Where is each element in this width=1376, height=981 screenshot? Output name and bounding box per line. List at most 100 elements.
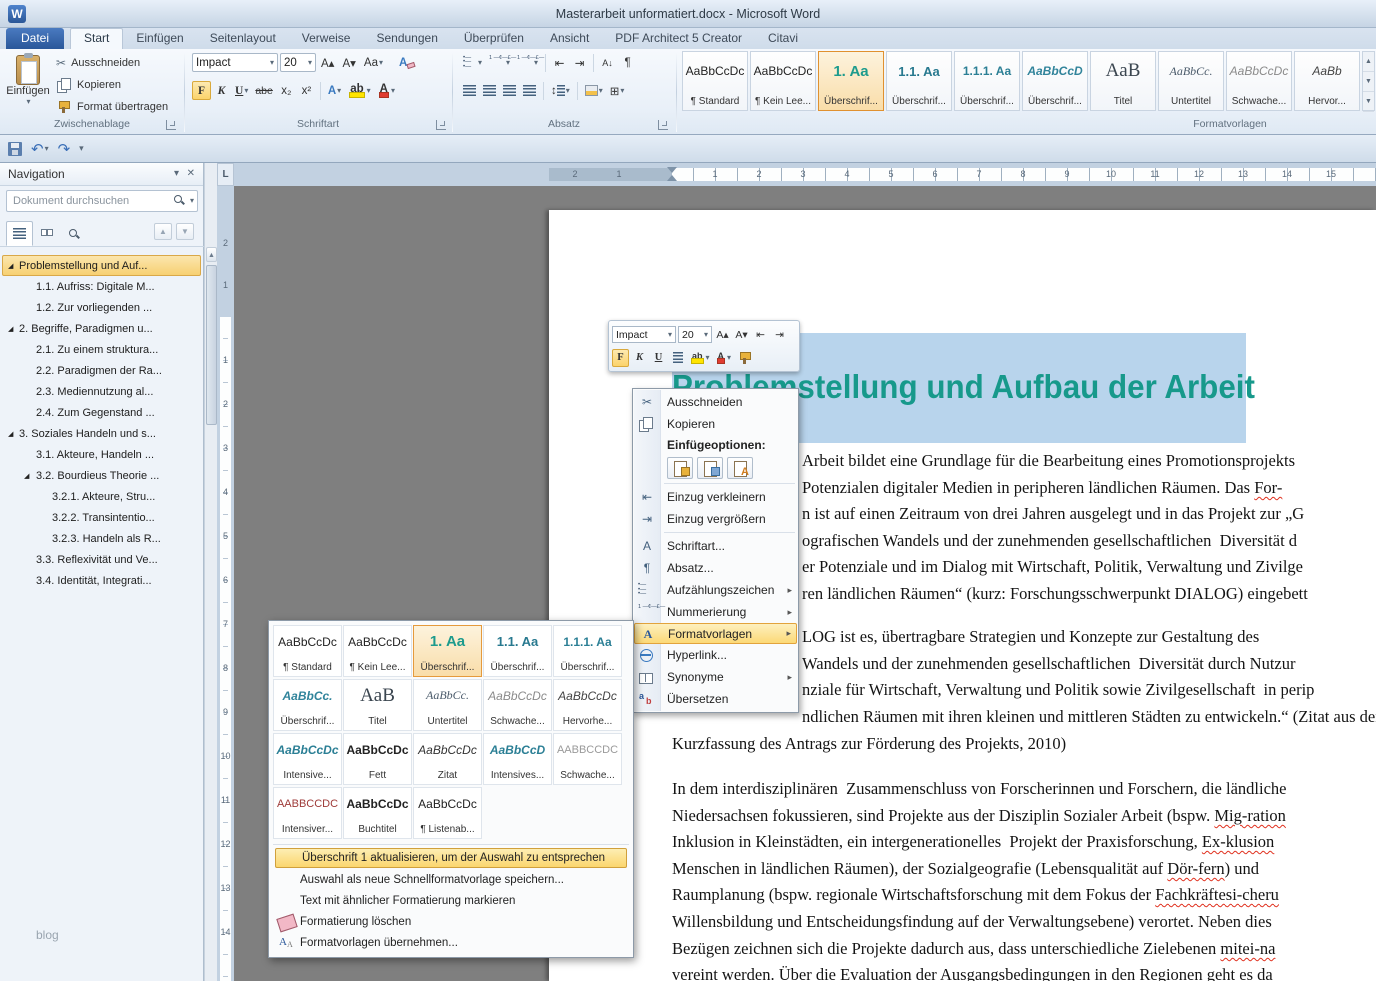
dropdown-icon[interactable]: ▾ xyxy=(478,58,482,67)
font-dialog-launcher[interactable] xyxy=(436,120,446,130)
expand-triangle-icon[interactable]: ◢ xyxy=(8,319,13,339)
navigation-scrollbar[interactable]: ▲ xyxy=(204,163,217,981)
document-text-line[interactable]: Arbeit bildet eine Grundlage für die Bea… xyxy=(802,450,1295,472)
context-menu-item[interactable]: ⇥Einzug vergrößern xyxy=(634,508,797,530)
paste-option-text-only-button[interactable] xyxy=(727,457,753,479)
flyout-action[interactable]: Überschrift 1 aktualisieren, um der Ausw… xyxy=(275,848,627,868)
mini-bold-button[interactable]: F xyxy=(612,349,629,367)
subscript-button[interactable]: x₂ xyxy=(277,81,296,100)
clear-formatting-button[interactable]: A xyxy=(396,53,418,72)
context-menu-item[interactable]: ⇤Einzug verkleinern xyxy=(634,486,797,508)
mini-shrink-font-button[interactable]: A▾ xyxy=(733,326,750,344)
ribbon-tab-seitenlayout[interactable]: Seitenlayout xyxy=(197,28,289,49)
context-menu-item[interactable]: ¶Absatz... xyxy=(634,557,797,579)
dropdown-icon[interactable]: ▾ xyxy=(706,353,710,362)
style-cell[interactable]: AaBbCcDÜberschrif... xyxy=(1022,51,1088,111)
gallery-scroll-up-icon[interactable]: ▲ xyxy=(1363,52,1374,72)
dropdown-icon[interactable]: ▾ xyxy=(391,86,395,95)
bold-button[interactable]: F xyxy=(192,81,211,100)
style-cell[interactable]: AaBbCcDcHervorhe... xyxy=(553,679,622,731)
dropdown-icon[interactable]: ▾ xyxy=(45,144,49,153)
mini-center-button[interactable] xyxy=(669,349,686,367)
dropdown-icon[interactable]: ▾ xyxy=(337,86,341,95)
flyout-action[interactable]: Text mit ähnlicher Formatierung markiere… xyxy=(273,890,629,911)
hanging-indent-marker[interactable] xyxy=(667,175,677,181)
grow-font-button[interactable]: A▴ xyxy=(318,53,337,72)
style-cell[interactable]: AaBbCc.Untertitel xyxy=(413,679,482,731)
document-text-line[interactable]: Niedersachsen fokussieren, sind Projekte… xyxy=(672,805,1286,827)
ribbon-tab-sendungen[interactable]: Sendungen xyxy=(363,28,450,49)
context-menu-item[interactable]: AFormatvorlagen▸ xyxy=(634,623,797,644)
document-text-line[interactable]: LOG ist es, übertragbare Strategien und … xyxy=(802,626,1259,648)
ribbon-tab-verweise[interactable]: Verweise xyxy=(289,28,364,49)
context-menu-item[interactable]: ASchriftart... xyxy=(634,535,797,557)
document-text-line[interactable]: Wandels und der zunehmenden gesellschaft… xyxy=(802,653,1296,675)
mini-underline-button[interactable]: U xyxy=(650,349,667,367)
nav-outline-item[interactable]: 1.2. Zur vorliegenden ... xyxy=(2,297,201,318)
nav-outline-item[interactable]: 3.4. Identität, Integrati... xyxy=(2,570,201,591)
style-cell[interactable]: 1. AaÜberschrif... xyxy=(818,51,884,111)
ribbon-tab-ansicht[interactable]: Ansicht xyxy=(537,28,602,49)
document-text-line[interactable]: ografischen Wandels und der zunehmenden … xyxy=(802,530,1297,552)
strikethrough-button[interactable]: abe xyxy=(252,81,276,100)
align-center-button[interactable] xyxy=(480,81,499,100)
nav-outline-item[interactable]: 3.2.1. Akteure, Stru... xyxy=(2,486,201,507)
first-line-indent-marker[interactable] xyxy=(667,167,677,173)
bullets-button[interactable]: ▾ xyxy=(460,53,485,72)
expand-triangle-icon[interactable]: ◢ xyxy=(8,424,13,444)
previous-heading-button[interactable]: ▲ xyxy=(154,223,172,240)
dropdown-icon[interactable]: ▾ xyxy=(244,86,248,95)
show-paragraph-marks-button[interactable]: ¶ xyxy=(618,53,637,72)
context-menu-item[interactable]: ✂Ausschneiden xyxy=(634,391,797,413)
format-painter-button[interactable]: Format übertragen xyxy=(56,97,168,117)
numbering-button[interactable]: ▾ xyxy=(486,53,513,72)
flyout-action[interactable]: Auswahl als neue Schnellformatvorlage sp… xyxy=(273,869,629,890)
change-case-button[interactable]: Aa▾ xyxy=(361,53,386,72)
mini-font-name-combo[interactable]: Impact ▾ xyxy=(612,326,676,343)
style-cell[interactable]: AaBbCc.Untertitel xyxy=(1158,51,1224,111)
save-button[interactable] xyxy=(8,142,22,156)
dropdown-icon[interactable]: ▾ xyxy=(620,86,624,95)
superscript-button[interactable]: x² xyxy=(297,81,316,100)
text-effects-button[interactable]: A▾ xyxy=(325,81,344,100)
context-menu-item[interactable]: Aufzählungszeichen▸ xyxy=(634,579,797,601)
nav-outline-item[interactable]: 1.1. Aufriss: Digitale M... xyxy=(2,276,201,297)
mini-decrease-indent-button[interactable]: ⇤ xyxy=(752,326,769,344)
paste-option-merge-button[interactable] xyxy=(697,457,723,479)
ribbon-tab-datei[interactable]: Datei xyxy=(6,28,64,49)
document-text-line[interactable]: In dem interdisziplinären Zusammenschlus… xyxy=(672,778,1286,800)
document-text-line[interactable]: nziale für Wirtschaft, Verwaltung und Po… xyxy=(802,679,1314,701)
nav-outline-item[interactable]: 2.3. Mediennutzung al... xyxy=(2,381,201,402)
borders-button[interactable]: ⊞▾ xyxy=(607,81,628,100)
mini-format-painter-button[interactable] xyxy=(735,349,755,367)
style-cell[interactable]: AaBTitel xyxy=(343,679,412,731)
context-menu-item[interactable]: Kopieren xyxy=(634,413,797,435)
increase-indent-button[interactable]: ⇥ xyxy=(570,53,589,72)
document-text-line[interactable]: Menschen in ländlichen Räumen), der Sozi… xyxy=(672,858,1259,880)
italic-button[interactable]: K xyxy=(212,81,231,100)
document-search-input[interactable]: Dokument durchsuchen ▾ xyxy=(6,190,198,212)
style-cell[interactable]: 1.1. AaÜberschrif... xyxy=(886,51,952,111)
decrease-indent-button[interactable]: ⇤ xyxy=(550,53,569,72)
gallery-more-icon[interactable]: ▼ xyxy=(1363,92,1374,112)
search-icon[interactable] xyxy=(172,193,186,207)
flyout-action[interactable]: Formatierung löschen xyxy=(273,911,629,932)
dropdown-icon[interactable]: ▾ xyxy=(308,58,312,67)
clipboard-dialog-launcher[interactable] xyxy=(166,120,176,130)
context-menu-item[interactable]: Nummerierung▸ xyxy=(634,601,797,623)
dropdown-icon[interactable]: ▾ xyxy=(599,86,603,95)
style-cell[interactable]: 1. AaÜberschrif... xyxy=(413,625,482,677)
dropdown-icon[interactable]: ▾ xyxy=(668,330,672,339)
dropdown-icon[interactable]: ▾ xyxy=(704,330,708,339)
highlight-color-button[interactable]: ab▾ xyxy=(345,81,373,100)
paste-button[interactable]: Einfügen ▾ xyxy=(6,52,50,115)
style-cell[interactable]: AaBbCc.Überschrif... xyxy=(273,679,342,731)
style-cell[interactable]: AaBbCcDc¶ Standard xyxy=(682,51,748,111)
font-color-button[interactable]: A▾ xyxy=(375,81,398,100)
ribbon-tab-einfügen[interactable]: Einfügen xyxy=(123,28,196,49)
style-cell[interactable]: AaBbCcDc¶ Kein Lee... xyxy=(750,51,816,111)
style-cell[interactable]: AaBbCcDc¶ Kein Lee... xyxy=(343,625,412,677)
mini-increase-indent-button[interactable]: ⇥ xyxy=(771,326,788,344)
font-name-combo[interactable]: Impact ▾ xyxy=(192,53,278,72)
dropdown-icon[interactable]: ▾ xyxy=(367,86,371,95)
